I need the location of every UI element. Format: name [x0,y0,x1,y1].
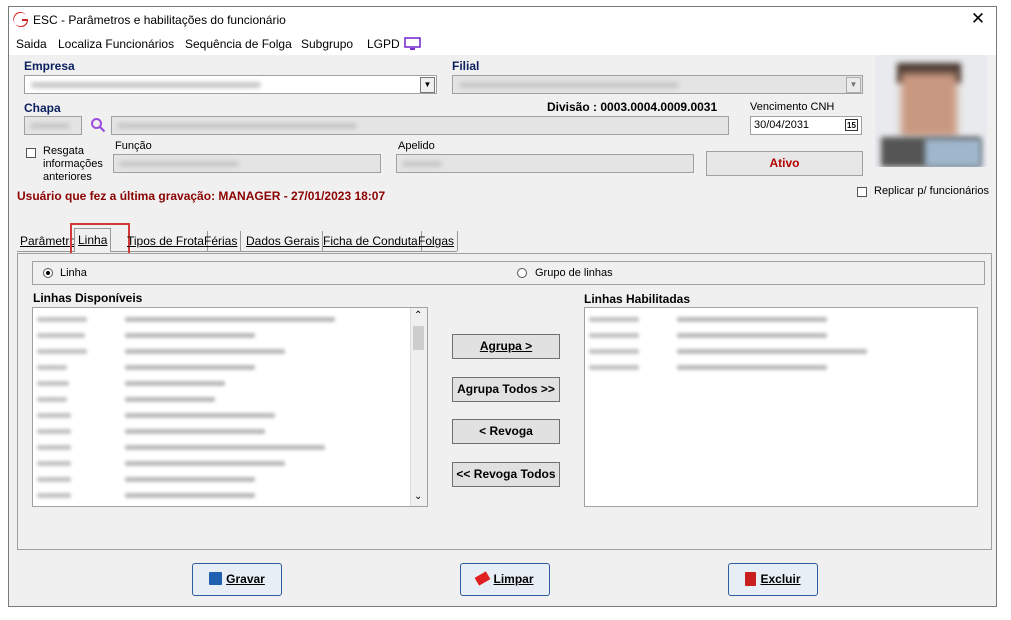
menu-lgpd[interactable]: LGPD [367,37,400,51]
resgata-checkbox[interactable] [26,148,36,158]
agrupa-todos-button[interactable]: Agrupa Todos >> [452,377,560,402]
close-icon[interactable]: ✕ [968,9,988,29]
last-saved-text: Usuário que fez a última gravação: MANAG… [17,189,386,203]
radio-linha[interactable] [43,268,53,278]
menu-subgrupo[interactable]: Subgrupo [301,37,353,51]
apelido-field [396,154,694,173]
divisao-text: Divisão : 0003.0004.0009.0031 [547,100,718,114]
tab-tipos-de-frota[interactable]: Tipos de Frota [124,231,208,251]
scroll-up-icon[interactable]: ⌃ [414,310,422,321]
menu-bar: Saida Localiza Funcionários Sequência de… [9,33,996,55]
tab-ferias[interactable]: Férias [201,231,242,251]
monitor-icon[interactable] [404,37,421,51]
calendar-icon[interactable]: 15 [845,119,858,131]
title-bar: ESC - Parâmetros e habilitações do funci… [9,7,996,33]
radio-group: Linha Grupo de linhas [32,261,985,285]
chapa-label: Chapa [24,101,61,115]
tab-dados-gerais[interactable]: Dados Gerais [243,231,324,251]
agrupa-button[interactable]: Agrupa > [452,334,560,359]
revoga-button[interactable]: < Revoga [452,419,560,444]
disponiveis-label: Linhas Disponíveis [33,291,143,305]
excluir-button[interactable]: Excluir [728,563,818,596]
linha-tab-panel: Linha Grupo de linhas Linhas Disponíveis… [17,253,992,550]
filial-label: Filial [452,59,480,73]
scroll-thumb[interactable] [413,326,424,350]
resgata-label: Resgata informações anteriores [43,145,103,183]
radio-grupo-de-linhas[interactable] [517,268,527,278]
main-window: ESC - Parâmetros e habilitações do funci… [8,6,997,607]
revoga-todos-button[interactable]: << Revoga Todos [452,462,560,487]
chapa-input[interactable] [24,116,82,135]
vencimento-date-field[interactable]: 30/04/2031 15 [750,116,862,135]
trash-icon [745,572,757,586]
menu-localiza-funcionarios[interactable]: Localiza Funcionários [58,37,174,51]
apelido-label: Apelido [398,140,435,152]
tab-folgas[interactable]: Folgas [415,231,459,251]
vencimento-value: 30/04/2031 [754,119,810,131]
menu-sequencia-de-folga[interactable]: Sequência de Folga [185,37,292,51]
funcao-label: Função [115,140,152,152]
status-badge: Ativo [706,151,863,176]
employee-photo [875,55,987,167]
linhas-disponiveis-list[interactable]: ⌃ ⌄ [32,307,428,507]
empresa-select[interactable]: ▼ [24,75,437,94]
app-logo-icon [13,12,28,27]
scroll-down-icon[interactable]: ⌄ [414,491,422,502]
radio-grupo-label: Grupo de linhas [535,267,613,279]
habilitadas-label: Linhas Habilitadas [584,292,691,306]
eraser-icon [475,571,491,586]
linhas-habilitadas-list[interactable] [584,307,978,507]
replicar-label: Replicar p/ funcionários [874,185,989,197]
chevron-down-icon[interactable]: ▼ [420,77,435,93]
radio-linha-label: Linha [60,267,87,279]
limpar-button[interactable]: Limpar [460,563,550,596]
filial-select[interactable]: ▼ [452,75,863,94]
gravar-button[interactable]: Gravar [192,563,282,596]
search-icon[interactable] [90,117,106,133]
chevron-down-icon[interactable]: ▼ [846,77,861,93]
nome-funcionario-field [111,116,729,135]
tab-ficha-de-conduta[interactable]: Ficha de Conduta [320,231,422,251]
save-icon [209,572,223,585]
scrollbar[interactable]: ⌃ ⌄ [410,308,427,506]
window-title: ESC - Parâmetros e habilitações do funci… [33,13,286,27]
funcao-field [113,154,381,173]
vencimento-label: Vencimento CNH [750,101,835,113]
menu-saida[interactable]: Saida [16,37,47,51]
empresa-label: Empresa [24,59,75,73]
replicar-checkbox[interactable] [857,187,867,197]
